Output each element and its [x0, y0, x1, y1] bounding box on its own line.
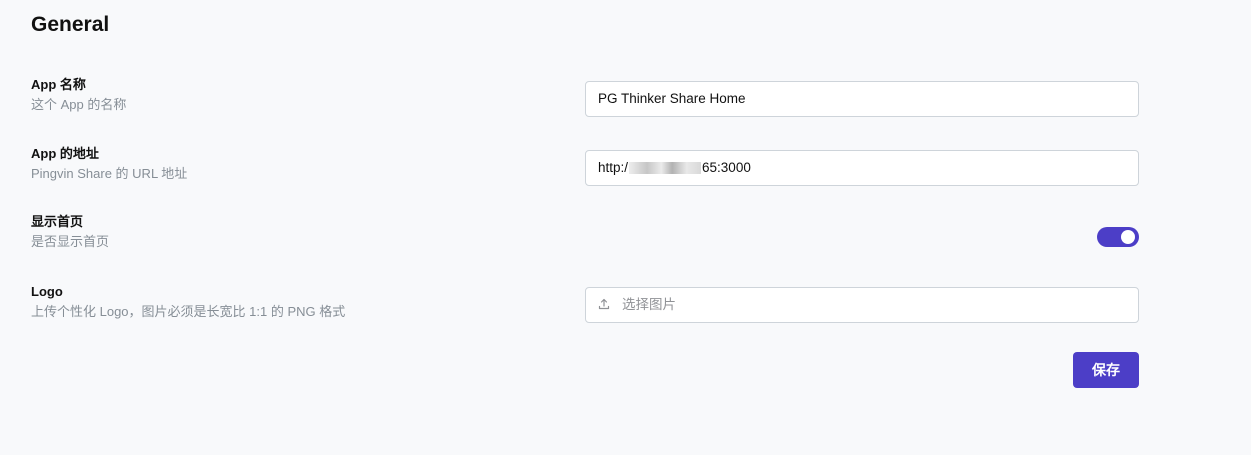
settings-page: General App 名称 这个 App 的名称 PG Thinker Sha…: [0, 0, 1251, 455]
redacted-blur: [629, 162, 702, 175]
app-url-prefix: http:/: [598, 160, 629, 175]
toggle-knob: [1121, 230, 1135, 244]
app-name-description: 这个 App 的名称: [31, 97, 127, 112]
app-url-description: Pingvin Share 的 URL 地址: [31, 166, 188, 181]
page-title: General: [31, 13, 110, 36]
app-name-input[interactable]: PG Thinker Share Home: [585, 81, 1139, 117]
show-home-toggle[interactable]: [1097, 227, 1139, 247]
logo-placeholder: 选择图片: [622, 297, 676, 312]
logo-description: 上传个性化 Logo，图片必须是长宽比 1:1 的 PNG 格式: [31, 304, 346, 319]
app-url-suffix: 65:3000: [702, 160, 751, 175]
app-name-label: App 名称: [31, 77, 86, 92]
app-url-label: App 的地址: [31, 146, 99, 161]
app-url-input[interactable]: http:/ 65:3000: [585, 150, 1139, 186]
upload-icon: [598, 298, 610, 310]
save-button[interactable]: 保存: [1073, 352, 1139, 388]
show-home-label: 显示首页: [31, 214, 84, 229]
logo-label: Logo: [31, 284, 63, 299]
logo-file-input[interactable]: 选择图片: [585, 287, 1139, 323]
show-home-description: 是否显示首页: [31, 234, 110, 249]
